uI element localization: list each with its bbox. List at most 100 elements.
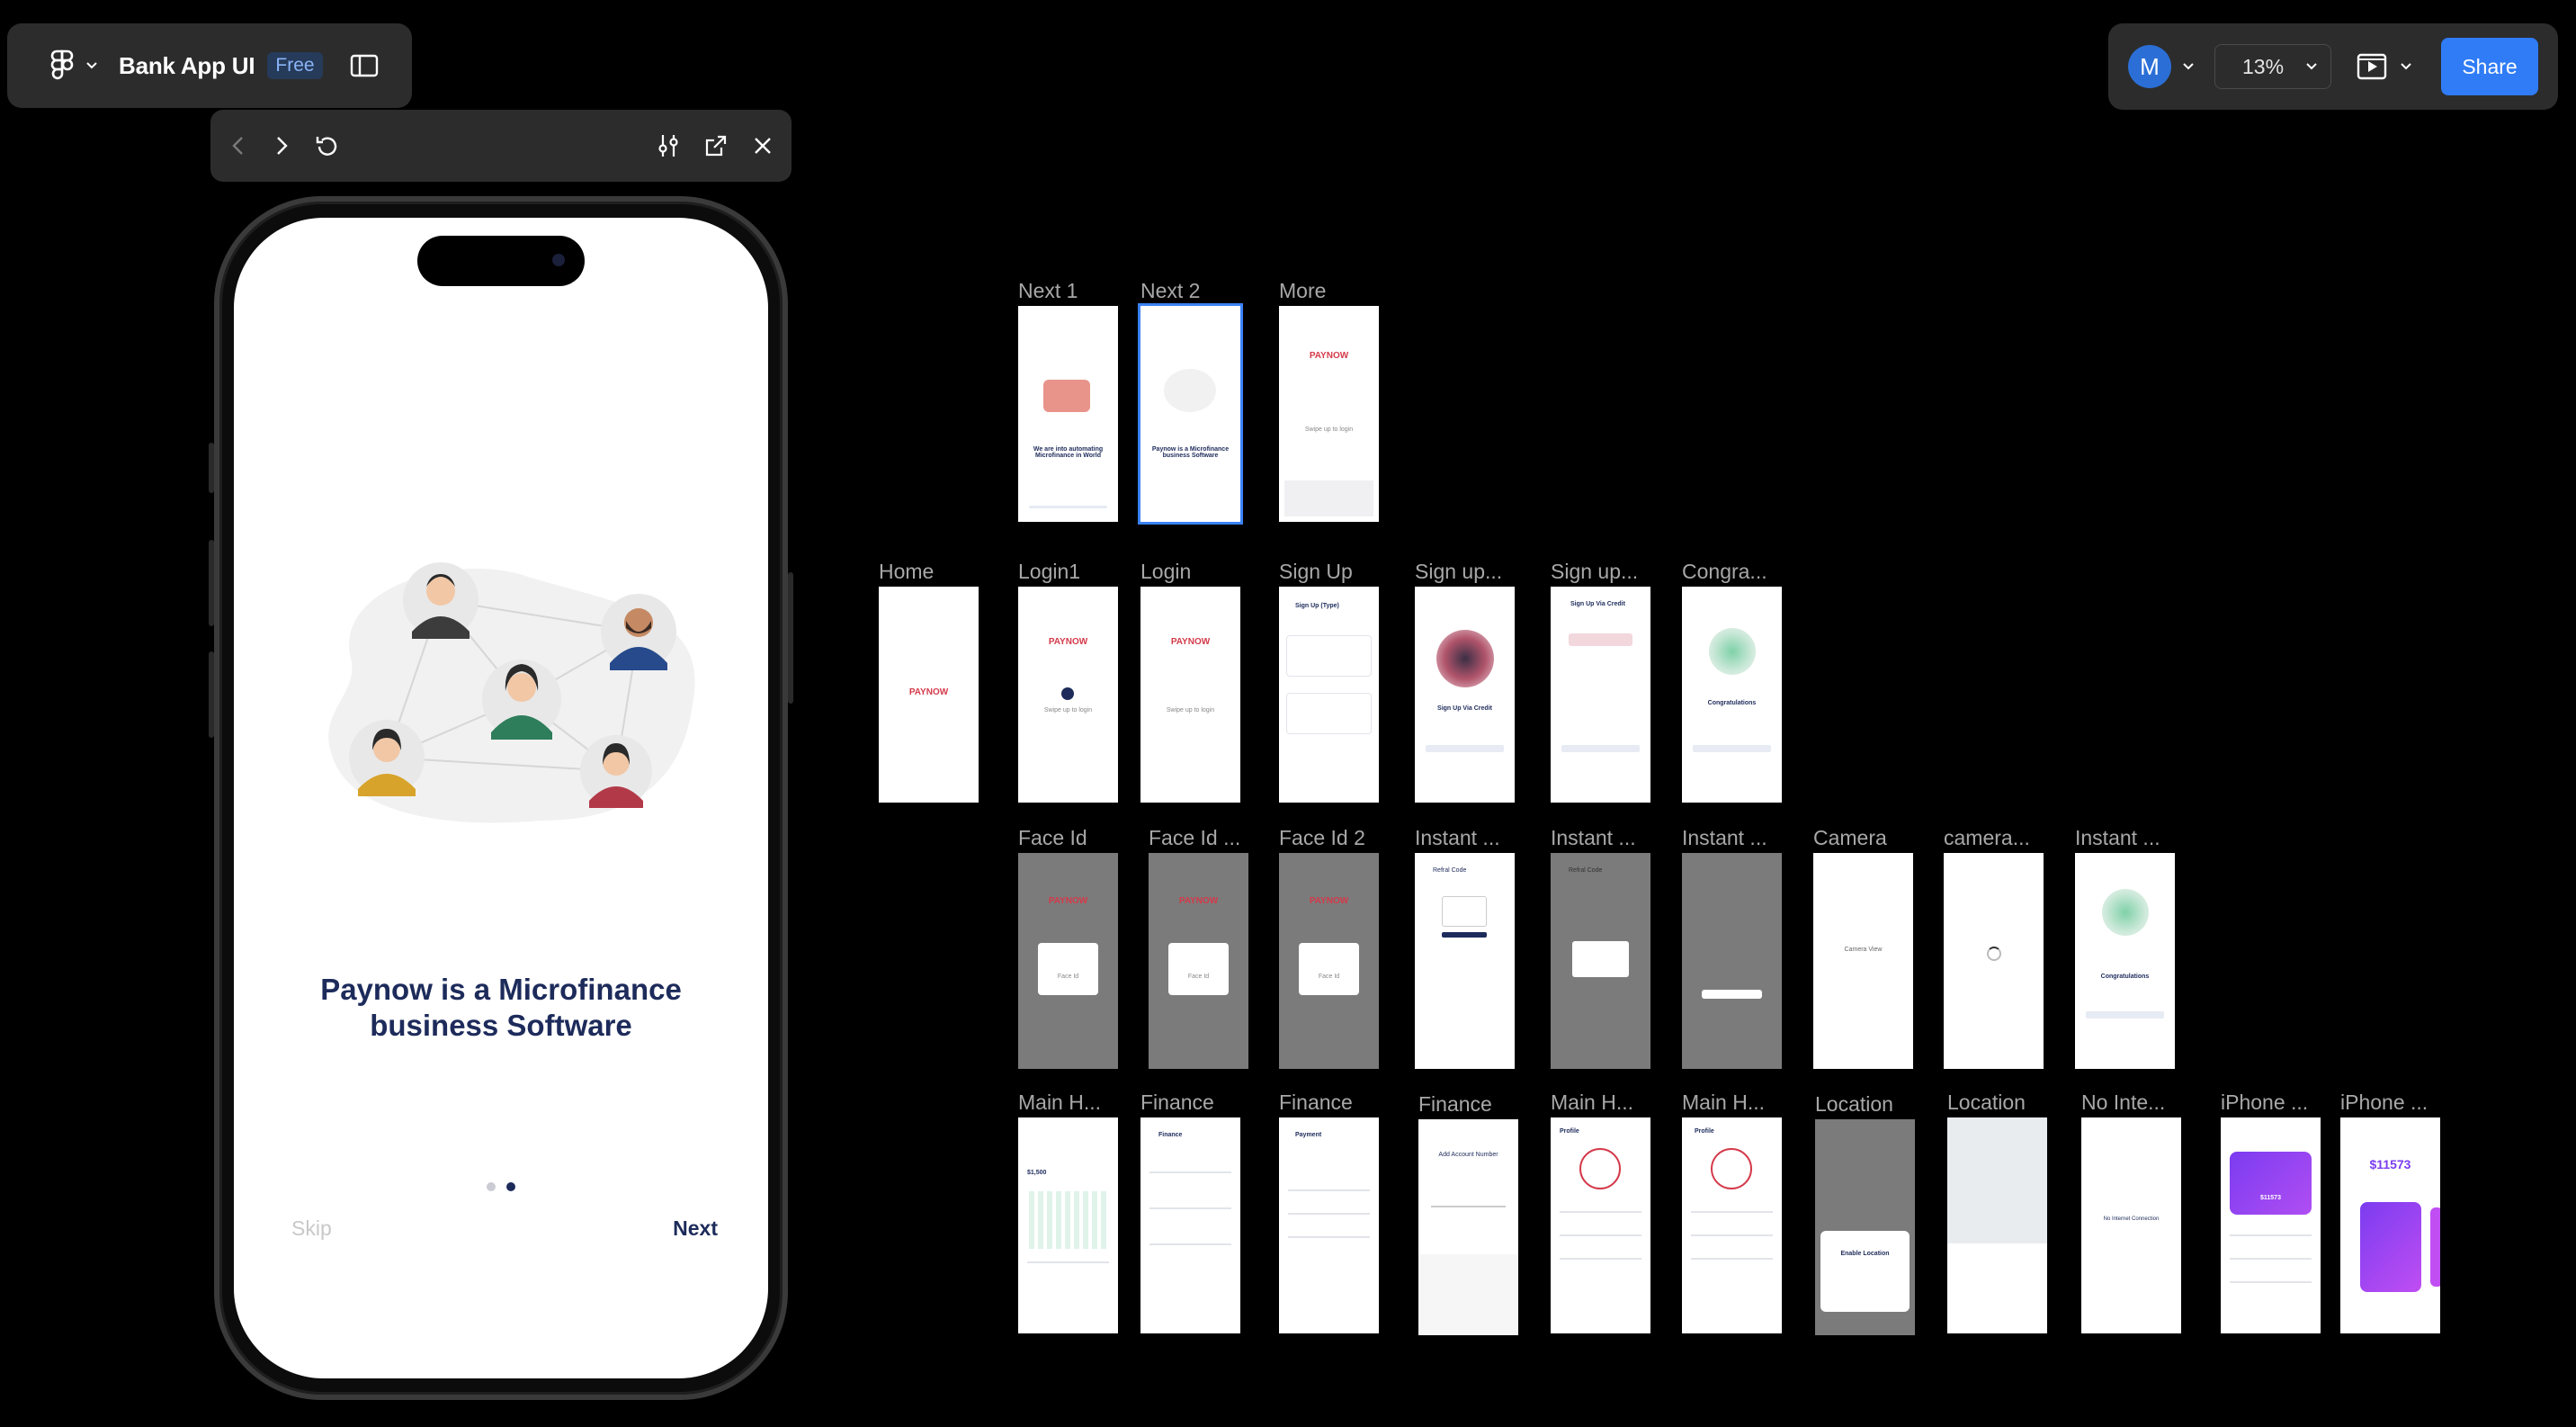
- frame-next-2[interactable]: Next 2 Paynow is a Microfinance business…: [1138, 279, 1243, 525]
- frame-iphone-1[interactable]: iPhone ... $11573: [2221, 1090, 2321, 1333]
- user-avatar[interactable]: M: [2128, 45, 2171, 88]
- frame-caption: Add Account Number: [1438, 1152, 1498, 1158]
- frame-label: More: [1279, 279, 1327, 302]
- frame-label: Home: [879, 560, 935, 583]
- chevron-down-icon[interactable]: [2400, 62, 2412, 71]
- pagination-dot[interactable]: [487, 1182, 496, 1191]
- frame-sign-up-credit[interactable]: Sign up... Sign Up Via Credit: [1415, 560, 1515, 803]
- open-in-new-tab-button[interactable]: [703, 133, 729, 158]
- present-button[interactable]: [2357, 52, 2387, 81]
- frame-finance-2[interactable]: Finance Payment: [1279, 1090, 1379, 1333]
- top-right-panel: M 13% Share: [2108, 23, 2558, 110]
- frame-caption: Profile: [1695, 1128, 1714, 1135]
- frame-instant-3[interactable]: Instant ...: [1682, 826, 1782, 1069]
- share-button[interactable]: Share: [2441, 38, 2538, 95]
- frame-next-1[interactable]: Next 1 We are into automating Microfinan…: [1018, 279, 1118, 522]
- prototype-settings-button[interactable]: [657, 133, 680, 158]
- brand-pay: PAY: [1178, 896, 1196, 906]
- frame-main-home-1[interactable]: Main H... $1,500: [1018, 1090, 1118, 1333]
- frame-label: Face Id 2: [1279, 826, 1365, 849]
- phone-preview: Paynow is a Microfinance business Softwa…: [209, 196, 793, 1400]
- frame-sign-up-credit-2[interactable]: Sign up... Sign Up Via Credit: [1551, 560, 1650, 803]
- frame-caption: Paynow is a Microfinance business Softwa…: [1151, 446, 1230, 459]
- frame-no-internet[interactable]: No Inte... No Internet Connection: [2081, 1090, 2181, 1333]
- figma-logo-icon: [50, 49, 74, 80]
- frame-label: Finance: [1418, 1092, 1492, 1116]
- forward-button[interactable]: [272, 134, 291, 157]
- restart-button[interactable]: [315, 133, 340, 158]
- frame-caption: Finance: [1158, 1132, 1183, 1138]
- frame-finance-1[interactable]: Finance Finance: [1140, 1090, 1240, 1333]
- frame-iphone-2[interactable]: iPhone ... $11573: [2340, 1090, 2440, 1333]
- frame-instant-1[interactable]: Instant ... Refral Code: [1415, 826, 1515, 1069]
- frame-label: Face Id ...: [1149, 826, 1241, 849]
- frame-camera[interactable]: Camera Camera View: [1813, 826, 1913, 1069]
- zoom-dropdown[interactable]: 13%: [2214, 44, 2331, 89]
- main-menu-button[interactable]: [29, 39, 119, 93]
- frame-caption: $11573: [2369, 1157, 2411, 1171]
- skip-button[interactable]: Skip: [291, 1216, 332, 1241]
- frame-label: Instant ...: [1415, 826, 1500, 849]
- frame-label: iPhone ...: [2340, 1090, 2428, 1114]
- pagination-dot-active[interactable]: [506, 1182, 515, 1191]
- frame-face-id-1[interactable]: Face Id ... PAYNOW Face Id: [1149, 826, 1248, 1069]
- back-button[interactable]: [228, 134, 248, 157]
- frame-face-id-2[interactable]: Face Id 2 PAYNOW Face Id: [1279, 826, 1379, 1069]
- frame-label: Next 1: [1018, 279, 1078, 302]
- frame-label: Camera: [1813, 826, 1887, 849]
- frame-face-id[interactable]: Face Id PAYNOW Face Id: [1018, 826, 1118, 1069]
- chevron-down-icon: [86, 62, 97, 69]
- close-preview-button[interactable]: [752, 135, 774, 157]
- frame-login1[interactable]: Login1 PAYNOW Swipe up to login: [1018, 560, 1118, 803]
- frame-main-home-3[interactable]: Main H... Profile: [1682, 1090, 1782, 1333]
- frame-location-1[interactable]: Location Enable Location: [1815, 1092, 1915, 1335]
- file-name[interactable]: Bank App UI: [119, 52, 255, 80]
- frame-finance-3[interactable]: Finance Add Account Number: [1418, 1092, 1518, 1335]
- frame-caption: Face Id: [1057, 974, 1079, 980]
- frame-label: Next 2: [1140, 279, 1201, 302]
- sidebar-toggle-icon: [350, 54, 378, 77]
- frame-caption: Payment: [1295, 1132, 1322, 1138]
- frame-label: Main H...: [1682, 1090, 1766, 1114]
- frame-label: Finance: [1140, 1090, 1214, 1114]
- frame-main-home-2[interactable]: Main H... Profile: [1551, 1090, 1650, 1333]
- frame-label: Instant ...: [1682, 826, 1767, 849]
- brand-pay: PAY: [1048, 896, 1066, 906]
- frame-home[interactable]: Home PAYNOW: [879, 560, 979, 803]
- frame-caption: No Internet Connection: [2103, 1216, 2160, 1222]
- frame-label: Location: [1947, 1090, 2026, 1114]
- frame-camera-2[interactable]: camera...: [1944, 826, 2044, 1069]
- frame-instant-4[interactable]: Instant ... Congratulations: [2075, 826, 2175, 1069]
- file-panel: Bank App UI Free: [7, 23, 412, 108]
- frame-location-2[interactable]: Location: [1947, 1090, 2047, 1333]
- frame-login[interactable]: Login PAYNOW Swipe up to login: [1140, 560, 1240, 803]
- frame-caption: Sign Up Via Credit: [1570, 601, 1625, 607]
- frame-congratulations[interactable]: Congra... Congratulations: [1682, 560, 1782, 803]
- brand-now: NOW: [1195, 896, 1219, 906]
- frame-label: Main H...: [1018, 1090, 1102, 1114]
- frame-caption: Sign Up Via Credit: [1437, 705, 1492, 712]
- frame-caption: Sign Up (Type): [1295, 603, 1339, 609]
- frame-label: Finance: [1279, 1090, 1353, 1114]
- frame-label: Sign Up: [1279, 560, 1353, 583]
- frame-caption: Refral Code: [1569, 867, 1603, 874]
- frame-sign-up[interactable]: Sign Up Sign Up (Type): [1279, 560, 1379, 803]
- brand-pay: PAY: [1309, 896, 1327, 906]
- back-arrow-icon: [232, 137, 243, 155]
- frame-label: Instant ...: [1551, 826, 1636, 849]
- frame-caption: Face Id: [1318, 974, 1340, 980]
- chevron-down-icon[interactable]: [2182, 62, 2195, 71]
- zoom-level: 13%: [2242, 54, 2285, 78]
- phone-screen[interactable]: Paynow is a Microfinance business Softwa…: [234, 218, 768, 1378]
- next-button[interactable]: Next: [673, 1216, 718, 1241]
- brand-now: NOW: [926, 687, 949, 697]
- sidebar-toggle-button[interactable]: [350, 54, 379, 77]
- brand-now: NOW: [1065, 896, 1088, 906]
- frame-label: Face Id: [1018, 826, 1087, 849]
- frame-caption: Congratulations: [2100, 974, 2150, 980]
- frame-label: Congra...: [1682, 560, 1767, 583]
- brand-now: NOW: [1187, 637, 1211, 647]
- frame-more[interactable]: More PAYNOW Swipe up to login: [1279, 279, 1379, 522]
- dynamic-island: [417, 236, 585, 286]
- frame-instant-2[interactable]: Instant ... Refral Code: [1551, 826, 1650, 1069]
